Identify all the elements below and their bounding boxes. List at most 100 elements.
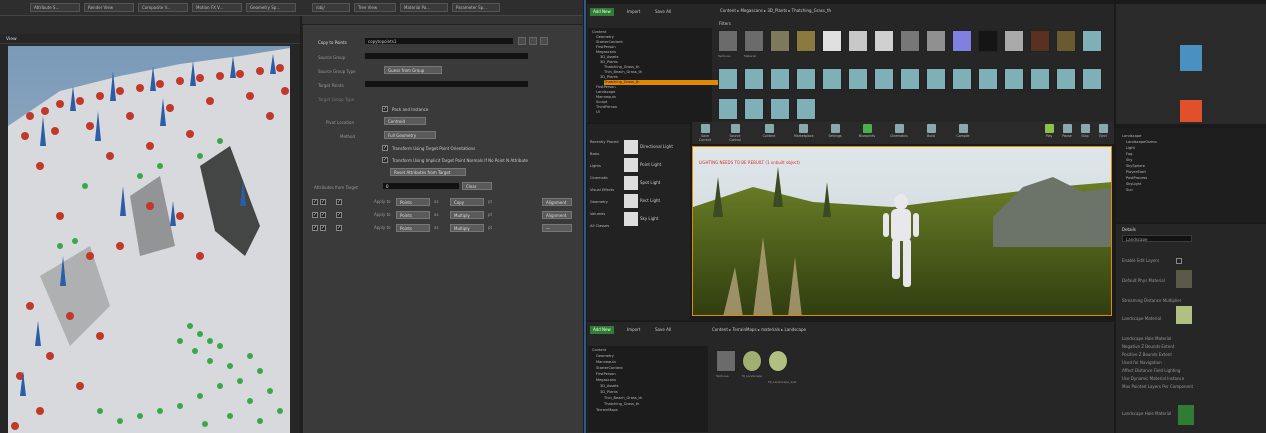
attr-target-count[interactable]: 0: [382, 182, 460, 190]
details-search[interactable]: Landscape: [1122, 235, 1192, 242]
material-thumbnail[interactable]: [1178, 405, 1194, 425]
import-button[interactable]: Import: [624, 326, 643, 334]
asset-thumbnail[interactable]: [1082, 30, 1102, 52]
tab-material-palette[interactable]: Material Pa...: [400, 3, 448, 12]
asset-thumbnail[interactable]: [770, 30, 790, 52]
place-category[interactable]: Cinematic: [590, 176, 608, 181]
tree-item[interactable]: Content: [592, 348, 606, 353]
add-new-button[interactable]: Add New: [590, 326, 614, 334]
pause-button[interactable]: Pause: [1058, 124, 1076, 144]
tree-item[interactable]: Thin_Beach_Grass_th: [604, 396, 642, 401]
place-category[interactable]: Geometry: [590, 200, 608, 205]
cinematics-button[interactable]: Cinematics: [890, 124, 908, 144]
attr-class-select[interactable]: Points: [396, 211, 430, 219]
tree-item[interactable]: 3D_Plants: [600, 390, 618, 395]
attr-clear-button[interactable]: Clear: [462, 182, 492, 190]
asset-thumbnail[interactable]: [796, 98, 816, 120]
asset-thumbnail[interactable]: [848, 30, 868, 52]
material-thumbnail[interactable]: [1176, 306, 1192, 324]
breadcrumb-item[interactable]: Megascans: [740, 8, 762, 13]
attr-enable-checkbox[interactable]: ✓: [336, 225, 342, 231]
tree-item-selected[interactable]: Thatching_Grass_th: [604, 80, 724, 85]
outliner-item[interactable]: Light: [1126, 146, 1135, 151]
tab-attribute-spreadsheet[interactable]: Attribute S...: [30, 3, 80, 12]
settings-button[interactable]: Settings: [826, 124, 844, 144]
source-control-button[interactable]: Source Control: [726, 124, 744, 144]
breadcrumb-item[interactable]: Landscape: [784, 327, 806, 332]
attr-class-select[interactable]: Points: [396, 198, 430, 206]
eject-button[interactable]: Eject: [1094, 124, 1112, 144]
asset-thumbnail[interactable]: [848, 68, 868, 90]
breadcrumb-item[interactable]: Content: [720, 8, 736, 13]
orientation-checkbox[interactable]: ✓: [382, 145, 388, 151]
attr-enable-checkbox[interactable]: ✓: [336, 199, 342, 205]
breadcrumb-item[interactable]: Thatching_Grass_th: [792, 8, 831, 13]
tree-item[interactable]: TerrainMaps: [596, 408, 618, 413]
asset-thumbnail[interactable]: [770, 68, 790, 90]
outliner-item[interactable]: SkySphere: [1126, 164, 1145, 169]
attr-mode-select[interactable]: Copy: [450, 198, 484, 206]
target-points-field[interactable]: [364, 80, 529, 88]
asset-thumbnail[interactable]: [1030, 68, 1050, 90]
asset-thumbnail[interactable]: [926, 30, 946, 52]
asset-thumbnail[interactable]: [796, 30, 816, 52]
outliner-item[interactable]: PlayerStart: [1126, 170, 1146, 175]
asset-thumbnail[interactable]: [978, 30, 998, 52]
asset-thumbnail[interactable]: [900, 30, 920, 52]
tree-item[interactable]: FirstPerson: [596, 372, 616, 377]
asset-thumbnail[interactable]: [744, 68, 764, 90]
attr-enable-checkbox[interactable]: ✓: [312, 199, 318, 205]
place-category[interactable]: Recently Placed: [590, 140, 619, 145]
info-icon[interactable]: [540, 37, 548, 45]
blueprints-button[interactable]: Blueprints: [858, 124, 876, 144]
tab-obj[interactable]: /obj/: [312, 3, 350, 12]
tree-item[interactable]: UI: [596, 110, 600, 115]
tree-item[interactable]: Megascans: [596, 378, 616, 383]
tab-render-view[interactable]: Render View: [84, 3, 134, 12]
place-category[interactable]: Visual Effects: [590, 188, 614, 193]
tab-motion-fx[interactable]: Motion FX V...: [192, 3, 242, 12]
place-category[interactable]: All Classes: [590, 224, 609, 229]
asset-thumbnail[interactable]: [926, 68, 946, 90]
houdini-viewport[interactable]: View: [0, 16, 300, 433]
gear-icon[interactable]: [518, 37, 526, 45]
save-all-button[interactable]: Save All: [652, 8, 674, 16]
help-icon[interactable]: [529, 37, 537, 45]
tree-item[interactable]: StarterContent: [596, 366, 623, 371]
attr-enable-checkbox[interactable]: ✓: [336, 212, 342, 218]
attr-mode-select[interactable]: Multiply: [450, 211, 484, 219]
outliner-item[interactable]: Sky: [1126, 158, 1132, 163]
folder-icon[interactable]: [716, 350, 736, 372]
add-new-button[interactable]: Add New: [590, 8, 614, 16]
attr-name-select[interactable]: —: [542, 224, 572, 232]
asset-thumbnail[interactable]: [822, 68, 842, 90]
asset-thumbnail[interactable]: [1056, 30, 1076, 52]
asset-thumbnail[interactable]: [952, 30, 972, 52]
detail-checkbox[interactable]: [1176, 258, 1182, 264]
asset-thumbnail[interactable]: [770, 98, 790, 120]
save-current-button[interactable]: Save Current: [696, 124, 714, 144]
material-thumbnail[interactable]: [768, 350, 788, 372]
outliner-item[interactable]: SkyLight: [1126, 182, 1141, 187]
filters-button[interactable]: Filters: [716, 20, 734, 27]
tree-item[interactable]: Thatching_Grass_th: [604, 402, 639, 407]
place-item-label[interactable]: Point Light: [640, 162, 661, 167]
place-item-label[interactable]: Rect Light: [640, 198, 660, 203]
param-op-name-field[interactable]: copytopoints1: [364, 37, 514, 45]
asset-thumbnail[interactable]: [1030, 30, 1050, 52]
asset-thumbnail[interactable]: [718, 98, 738, 120]
asset-thumbnail[interactable]: [874, 68, 894, 90]
asset-thumbnail[interactable]: [1004, 30, 1024, 52]
attr-enable-checkbox[interactable]: ✓: [320, 199, 326, 205]
tab-parameter-spreadsheet[interactable]: Parameter Sp...: [452, 3, 500, 12]
play-button[interactable]: Play: [1040, 124, 1058, 144]
asset-thumbnail[interactable]: [1176, 270, 1192, 288]
pack-instance-checkbox[interactable]: ✓: [382, 106, 388, 112]
folder-icon[interactable]: [744, 30, 764, 52]
tab-tree-view[interactable]: Tree View: [354, 3, 396, 12]
tab-composite-view[interactable]: Composite V...: [138, 3, 188, 12]
breadcrumb-item[interactable]: materials: [761, 327, 780, 332]
asset-thumbnail[interactable]: [744, 98, 764, 120]
normals-checkbox[interactable]: ✓: [382, 157, 388, 163]
source-group-type-select[interactable]: Guess from Group: [384, 66, 442, 74]
